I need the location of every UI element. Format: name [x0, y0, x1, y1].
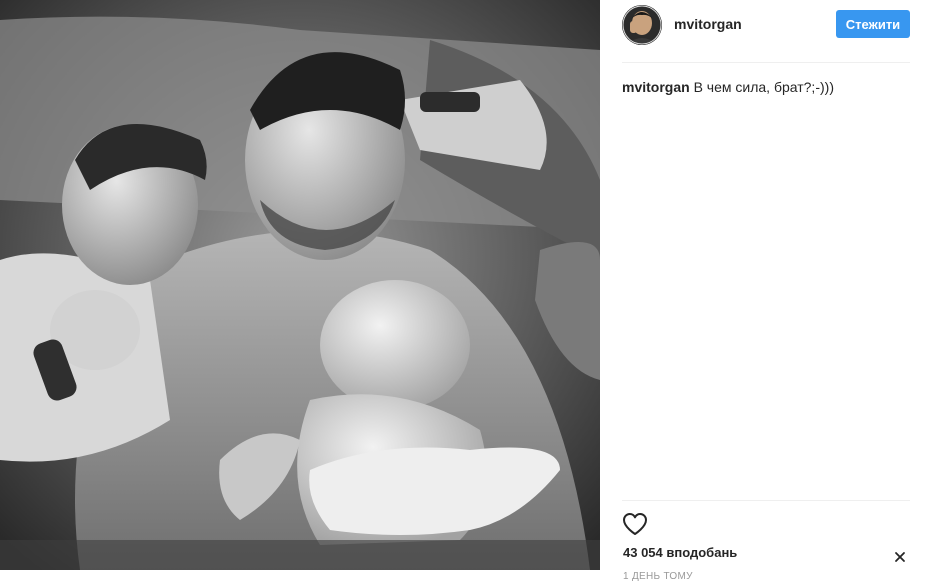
footer-divider — [622, 500, 910, 501]
post-header: mvitorgan Стежити — [622, 0, 910, 63]
avatar-image — [622, 5, 662, 45]
post-photo[interactable] — [0, 0, 600, 570]
follow-button[interactable]: Стежити — [836, 10, 910, 38]
photo-image — [0, 0, 600, 570]
caption-text: В чем сила, брат?;-))) — [693, 79, 834, 95]
close-x-icon[interactable] — [892, 549, 908, 565]
post-caption: mvitorgan В чем сила, брат?;-))) — [622, 78, 910, 96]
caption-author-link[interactable]: mvitorgan — [622, 79, 690, 95]
username-link[interactable]: mvitorgan — [674, 16, 742, 32]
post-sidebar: mvitorgan Стежити mvitorgan В чем сила, … — [600, 0, 932, 583]
likes-count[interactable]: 43 054 вподобань — [623, 545, 737, 560]
avatar[interactable] — [622, 5, 662, 45]
post-timestamp[interactable]: 1 ДЕНЬ ТОМУ — [623, 571, 693, 582]
heart-outline-icon[interactable] — [622, 512, 648, 536]
